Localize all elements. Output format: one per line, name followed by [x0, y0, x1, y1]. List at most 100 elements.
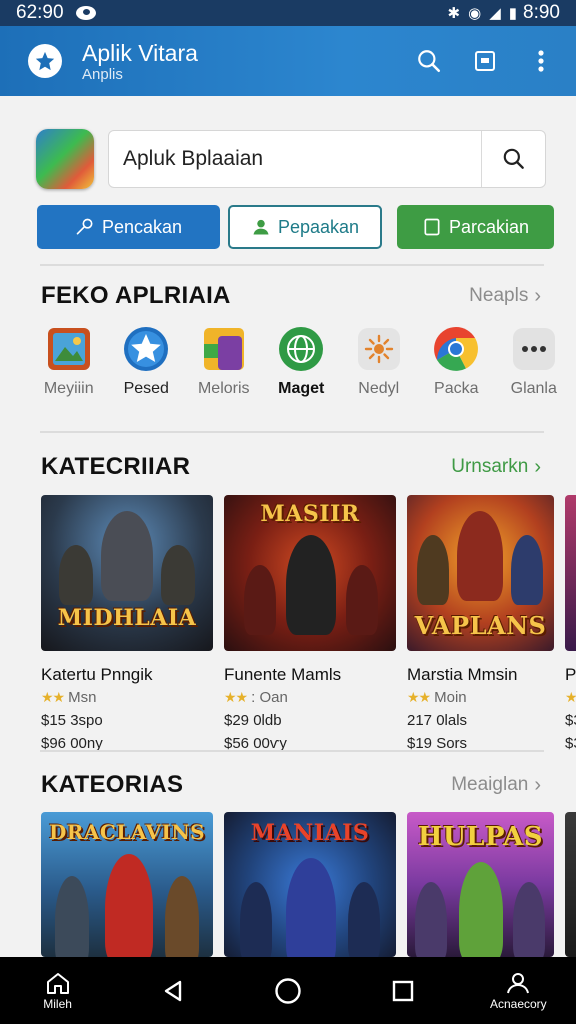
cover-title: HULPAS — [417, 822, 544, 852]
featured-see-all[interactable]: Neapls › — [469, 285, 541, 308]
nav-recents[interactable] — [353, 980, 453, 1002]
stars-icon: ★★ — [565, 689, 576, 705]
app-item[interactable]: Glanla — [495, 326, 573, 398]
app-subtitle: Anplis — [82, 65, 123, 83]
search-icon — [503, 148, 524, 169]
hero-figure — [457, 511, 503, 601]
app-thumbnail[interactable] — [36, 129, 94, 189]
game-cover: VAPLANS — [407, 495, 554, 651]
card-rating: ★★ — [565, 689, 576, 706]
hero-figure — [459, 862, 503, 957]
bottom-nav: Mileh Acnaecory — [0, 957, 576, 1024]
game-cover: MASIIR — [224, 495, 396, 651]
game-card[interactable]: MANIAIS — [224, 812, 396, 957]
card-rating: ★★ Msn — [41, 689, 213, 706]
account-icon — [507, 972, 530, 993]
hero-figure — [244, 565, 276, 635]
game-cover: DRACLAVINS — [41, 812, 213, 957]
globe-app-icon — [278, 326, 324, 372]
app-item[interactable]: Meyiiin — [30, 326, 108, 398]
rating-text: : Oan — [251, 689, 288, 706]
tablet-icon — [422, 217, 442, 237]
categories2-see-all[interactable]: Meaiglan › — [451, 774, 541, 797]
game-cover — [565, 812, 576, 957]
search-input[interactable] — [109, 131, 481, 187]
hero-figure — [286, 535, 336, 635]
app-item[interactable]: Pesed — [108, 326, 186, 398]
categories2-title: KATEORIAS — [41, 771, 184, 798]
app-label: Pesed — [123, 380, 169, 397]
nav-account[interactable]: Acnaecory — [468, 971, 568, 1011]
categories1-see-all[interactable]: Urnsarkn › — [451, 456, 541, 479]
app-item[interactable]: Nedyl — [340, 326, 418, 398]
nav-back[interactable] — [123, 979, 223, 1003]
home-circle-icon — [275, 977, 301, 1004]
action-row: Pencakan Pepaakan Parcakian — [37, 205, 554, 249]
categories1-cards: MIDHLAIA Katertu Pnngik ★★ Msn $15 3spo $… — [41, 495, 576, 752]
bluetooth-icon: ✱ — [447, 5, 461, 22]
app-item[interactable]: Packa — [418, 326, 496, 398]
person-icon — [251, 217, 271, 237]
action-button-2[interactable]: Pepaakan — [228, 205, 382, 249]
stars-icon: ★★ — [41, 689, 65, 705]
nav-home-circle[interactable] — [238, 977, 338, 1005]
cover-title: MASIIR — [260, 501, 360, 527]
categories1-link-label: Urnsarkn — [451, 456, 529, 477]
rating-text: Moin — [434, 689, 467, 706]
more-app-icon — [511, 326, 557, 372]
game-card[interactable]: Pla ★★ $3 $3 — [565, 495, 576, 752]
eye-icon: ◉ — [468, 5, 482, 22]
divider — [40, 750, 544, 752]
hero-figure — [511, 535, 543, 605]
back-icon — [164, 980, 181, 1001]
status-bar: 62:90 ✱ ◉ ◢ ▮ 8:90 — [0, 0, 576, 26]
categories2-header: KATEORIAS Meaiglan › — [41, 771, 541, 799]
action-button-1[interactable]: Pencakan — [37, 205, 220, 249]
divider — [40, 264, 544, 266]
hero-figure — [105, 854, 153, 957]
game-cover: MIDHLAIA — [41, 495, 213, 651]
nav-home[interactable]: Mileh — [8, 971, 108, 1011]
search-box — [108, 130, 546, 188]
hero-figure — [240, 882, 272, 957]
star-app-icon — [123, 326, 169, 372]
chevron-right-icon: › — [534, 773, 541, 796]
game-card[interactable]: MIDHLAIA Katertu Pnngik ★★ Msn $15 3spo $… — [41, 495, 213, 752]
action-label-1: Pencakan — [101, 216, 183, 237]
app-label: Meloris — [197, 380, 250, 397]
categories2-link-label: Meaiglan — [451, 774, 529, 795]
app-label: Packa — [434, 380, 479, 397]
action-button-3[interactable]: Parcakian — [397, 205, 554, 249]
search-icon[interactable] — [410, 42, 448, 80]
game-card[interactable]: MASIIR Funente Mamls ★★: Oan $29 0ldb $5… — [224, 495, 396, 752]
hero-figure — [55, 876, 89, 957]
game-card[interactable] — [565, 812, 576, 957]
card-price: 217 0lals — [407, 712, 468, 729]
card-price: $29 0ldb — [224, 712, 282, 729]
game-cover: HULPAS — [407, 812, 554, 957]
screen-icon[interactable] — [466, 42, 504, 80]
app-title: Aplik Vitara — [82, 39, 198, 66]
card-price: $15 3spo — [41, 712, 103, 729]
app-item[interactable]: Meloris — [185, 326, 263, 398]
app-logo-icon — [28, 44, 62, 78]
card-rating: ★★ Moin — [407, 689, 554, 706]
hero-figure — [286, 858, 336, 957]
card-title: Pla — [565, 665, 576, 684]
search-button[interactable] — [481, 131, 545, 187]
game-cover — [565, 495, 576, 651]
more-vert-icon[interactable] — [522, 42, 560, 80]
action-label-2: Pepaakan — [277, 216, 360, 237]
notification-icon — [75, 6, 96, 20]
featured-apps: Meyiiin Pesed Meloris Maget Nedyl Packa — [30, 326, 576, 398]
app-item[interactable]: Maget — [263, 326, 341, 398]
game-card[interactable]: VAPLANS Marstia Mmsin ★★ Moin 217 0lals $… — [407, 495, 554, 752]
hero-figure — [346, 565, 378, 635]
status-time: 62:90 — [16, 2, 64, 23]
cover-title: MANIAIS — [250, 820, 370, 846]
game-card[interactable]: DRACLAVINS — [41, 812, 213, 957]
app-label: Nedyl — [358, 380, 400, 397]
game-card[interactable]: HULPAS — [407, 812, 554, 957]
rating-text: Msn — [68, 689, 97, 706]
app-bar: Aplik Vitara Anplis — [0, 26, 576, 96]
